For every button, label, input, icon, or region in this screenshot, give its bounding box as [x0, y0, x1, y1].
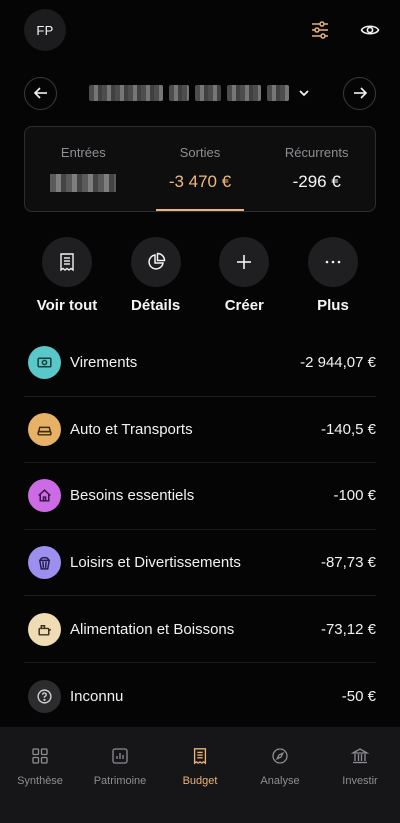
category-amount: -140,5 €: [320, 420, 376, 438]
tab-entrees[interactable]: Entrées: [25, 127, 142, 211]
eye-icon[interactable]: [358, 18, 382, 42]
action-label: Créer: [224, 297, 264, 314]
bank-icon: [349, 745, 371, 767]
tab-analyse[interactable]: Analyse: [244, 745, 316, 823]
category-row-auto-transports[interactable]: Auto et Transports -140,5 €: [24, 397, 376, 464]
quick-actions: Voir tout Détails Créer Plus: [24, 237, 376, 314]
receipt-icon: [189, 745, 211, 767]
creer-button[interactable]: Créer: [201, 237, 287, 314]
category-name: Auto et Transports: [70, 420, 193, 438]
transfer-icon: [28, 346, 61, 380]
chevron-down-icon: [299, 90, 309, 97]
home-icon: [28, 479, 61, 513]
avatar[interactable]: FP: [24, 9, 66, 51]
compass-icon: [269, 745, 291, 767]
category-row-loisirs[interactable]: Loisirs et Divertissements -87,73 €: [24, 530, 376, 597]
category-name: Virements: [70, 354, 138, 372]
period-label-redacted: [89, 85, 289, 101]
more-icon: [307, 237, 358, 287]
category-name: Alimentation et Boissons: [70, 620, 235, 638]
pie-chart-icon: [130, 237, 181, 287]
summary-label: Entrées: [60, 145, 106, 160]
tab-patrimoine[interactable]: Patrimoine: [84, 745, 156, 823]
summary-label: Sorties: [179, 145, 221, 160]
car-icon: [28, 412, 61, 446]
summary-value: -3 470 €: [168, 172, 232, 191]
arrow-left-icon: [33, 87, 47, 99]
arrow-right-icon: [353, 87, 367, 99]
summary-label: Récurrents: [284, 145, 349, 160]
next-period-button[interactable]: [343, 76, 376, 110]
popcorn-icon: [28, 546, 61, 580]
tab-label: Patrimoine: [93, 775, 147, 787]
action-label: Plus: [317, 297, 349, 314]
groceries-icon: [28, 612, 61, 646]
tab-recurrents[interactable]: Récurrents -296 €: [258, 127, 375, 211]
period-selector: [24, 76, 376, 110]
tab-synthese[interactable]: Synthèse: [4, 745, 76, 823]
plus-button[interactable]: Plus: [290, 237, 376, 314]
plus-icon: [219, 237, 270, 287]
top-actions: [308, 18, 382, 42]
category-row-inconnu[interactable]: Inconnu -50 €: [24, 663, 376, 730]
bar-chart-icon: [109, 745, 131, 767]
period-dropdown[interactable]: [89, 85, 311, 101]
category-name: Loisirs et Divertissements: [70, 554, 241, 572]
tab-label: Investir: [342, 775, 378, 787]
summary-value: -296 €: [292, 172, 341, 191]
summary-card: Entrées Sorties -3 470 € Récurrents -296…: [24, 126, 376, 212]
tab-label: Analyse: [260, 775, 300, 787]
grid-icon: [29, 745, 51, 767]
category-amount: -100 €: [333, 487, 376, 505]
category-amount: -73,12 €: [320, 620, 376, 638]
category-row-besoins-essentiels[interactable]: Besoins essentiels -100 €: [24, 463, 376, 530]
tab-label: Synthèse: [17, 775, 63, 787]
action-label: Voir tout: [36, 297, 98, 314]
category-amount: -87,73 €: [320, 554, 376, 572]
tab-investir[interactable]: Investir: [324, 745, 396, 823]
tab-budget[interactable]: Budget: [164, 745, 236, 823]
receipt-icon: [42, 237, 92, 287]
top-bar: FP: [24, 8, 382, 52]
bottom-tab-bar: Synthèse Patrimoine Budget Analyse Inves…: [0, 727, 400, 823]
tab-label: Budget: [182, 775, 218, 787]
category-name: Besoins essentiels: [70, 487, 195, 505]
category-name: Inconnu: [70, 687, 124, 705]
filter-sliders-icon[interactable]: [308, 18, 332, 42]
tab-sorties[interactable]: Sorties -3 470 €: [142, 127, 259, 211]
category-amount: -50 €: [341, 687, 376, 705]
voir-tout-button[interactable]: Voir tout: [24, 237, 110, 314]
action-label: Détails: [131, 297, 181, 314]
category-amount: -2 944,07 €: [300, 354, 376, 372]
category-row-virements[interactable]: Virements -2 944,07 €: [24, 330, 376, 397]
question-icon: [28, 679, 61, 713]
category-row-alimentation[interactable]: Alimentation et Boissons -73,12 €: [24, 596, 376, 663]
category-list: Virements -2 944,07 € Auto et Transports…: [24, 330, 376, 730]
details-button[interactable]: Détails: [113, 237, 199, 314]
entrees-value-redacted: [50, 174, 117, 192]
previous-period-button[interactable]: [24, 76, 57, 110]
